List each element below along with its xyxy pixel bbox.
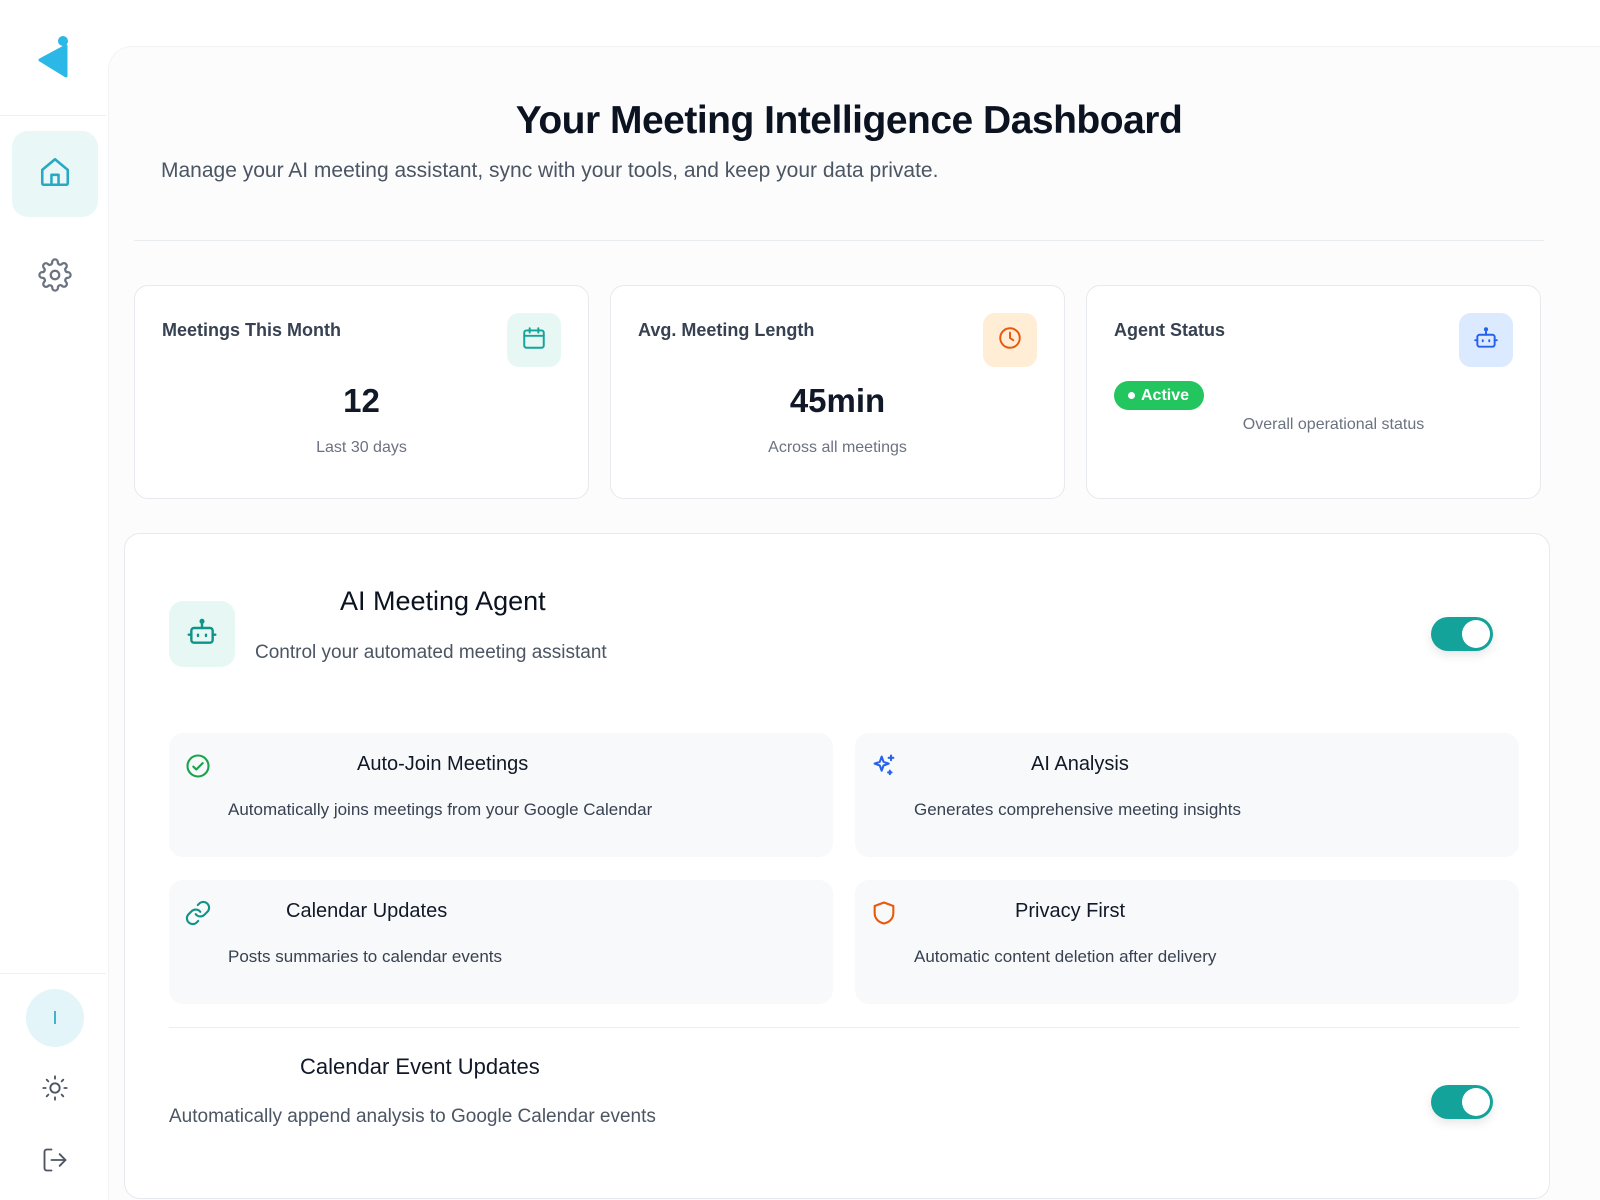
agent-subtitle: Control your automated meeting assistant — [255, 642, 607, 663]
shield-icon — [869, 898, 899, 928]
logout-button[interactable] — [38, 1145, 72, 1179]
stat-label: Meetings This Month — [162, 320, 341, 340]
sun-icon — [41, 1074, 69, 1107]
avatar[interactable]: I — [26, 989, 84, 1047]
stat-label: Agent Status — [1114, 320, 1226, 340]
feature-privacy-first: Privacy First Automatic content deletion… — [855, 880, 1519, 1004]
stat-card-avg-length: Avg. Meeting Length 45min Across all mee… — [610, 285, 1065, 499]
calendar-icon — [521, 325, 547, 356]
sidebar-item-settings[interactable] — [35, 257, 75, 297]
toggle-knob — [1462, 1088, 1490, 1116]
brand-logo[interactable] — [36, 34, 74, 82]
page-title: Your Meeting Intelligence Dashboard — [515, 99, 1183, 142]
check-circle-icon — [183, 751, 213, 781]
status-badge: Active — [1114, 381, 1205, 410]
feature-desc: Automatically joins meetings from your G… — [228, 800, 653, 819]
theme-toggle[interactable] — [38, 1073, 72, 1107]
sidebar: I — [0, 0, 106, 1200]
status-dot — [1128, 392, 1135, 399]
status-badge-label: Active — [1141, 386, 1190, 404]
stat-card-agent-status: Agent Status Active Overall operational … — [1086, 285, 1541, 499]
feature-calendar-updates: Calendar Updates Posts summaries to cale… — [169, 880, 833, 1004]
page-subtitle: Manage your AI meeting assistant, sync w… — [161, 159, 939, 182]
toggle-knob — [1462, 620, 1490, 648]
link-icon — [183, 898, 213, 928]
bot-icon — [1473, 325, 1499, 356]
agent-enabled-toggle[interactable] — [1431, 617, 1493, 651]
feature-title: Calendar Updates — [286, 900, 448, 922]
agent-icon-box — [169, 601, 235, 667]
sidebar-divider — [0, 973, 106, 974]
stat-icon-box — [507, 313, 561, 367]
main-content: Your Meeting Intelligence Dashboard Mana… — [108, 46, 1600, 1200]
stat-icon-box — [1459, 313, 1513, 367]
feature-ai-analysis: AI Analysis Generates comprehensive meet… — [855, 733, 1519, 857]
stat-value: 12 — [343, 382, 380, 419]
calendar-updates-desc: Automatically append analysis to Google … — [169, 1106, 656, 1127]
stat-note: Overall operational status — [1242, 416, 1425, 433]
stat-card-meetings: Meetings This Month 12 Last 30 days — [134, 285, 589, 499]
sparkles-icon — [869, 751, 899, 781]
stat-icon-box — [983, 313, 1037, 367]
feature-desc: Automatic content deletion after deliver… — [914, 947, 1217, 966]
section-divider — [169, 1027, 1519, 1028]
stat-note: Last 30 days — [316, 439, 407, 456]
stat-note: Across all meetings — [768, 439, 907, 456]
sidebar-divider — [0, 115, 106, 116]
stat-value: 45min — [789, 382, 886, 419]
bot-icon — [186, 616, 218, 653]
feature-title: AI Analysis — [1031, 753, 1129, 775]
feature-title: Auto-Join Meetings — [357, 753, 529, 775]
calendar-updates-toggle[interactable] — [1431, 1085, 1493, 1119]
feature-auto-join: Auto-Join Meetings Automatically joins m… — [169, 733, 833, 857]
agent-panel: AI Meeting Agent Control your automated … — [124, 533, 1550, 1199]
gear-icon — [38, 257, 72, 297]
feature-desc: Generates comprehensive meeting insights — [914, 800, 1241, 819]
agent-title: AI Meeting Agent — [340, 586, 546, 616]
header-divider — [134, 240, 1544, 241]
feature-title: Privacy First — [1015, 900, 1125, 922]
clock-icon — [997, 325, 1023, 356]
logout-icon — [41, 1146, 69, 1179]
sidebar-item-home[interactable] — [12, 131, 98, 217]
feature-desc: Posts summaries to calendar events — [228, 947, 503, 966]
stat-label: Avg. Meeting Length — [638, 320, 815, 340]
home-icon — [38, 155, 72, 194]
calendar-updates-title: Calendar Event Updates — [300, 1054, 540, 1079]
